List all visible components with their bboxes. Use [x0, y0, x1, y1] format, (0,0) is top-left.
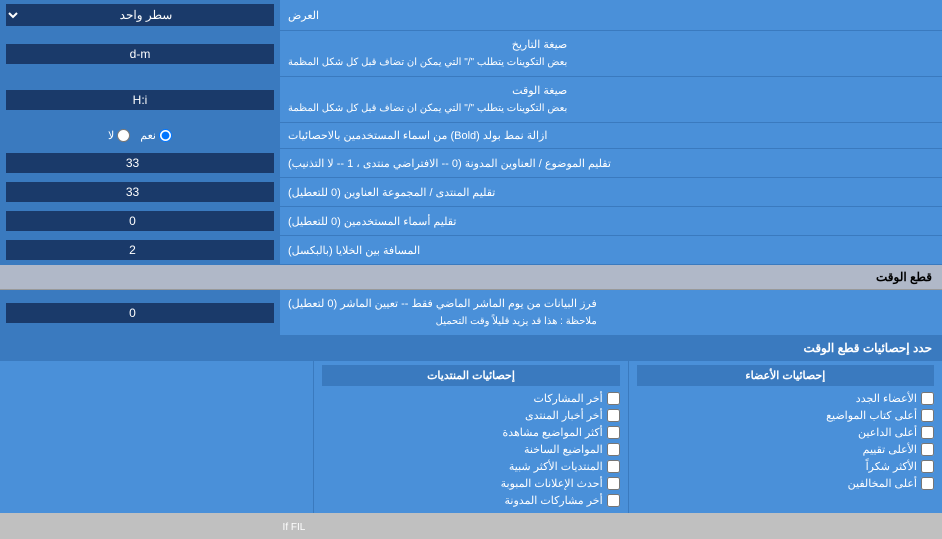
date-format-input[interactable] — [6, 44, 274, 64]
forum-trim-row: تقليم المنتدى / المجموعة العناوين (0 للت… — [0, 178, 942, 207]
checkbox-latest-posts: أخر المشاركات — [322, 390, 619, 407]
subject-trim-input-area — [0, 149, 280, 177]
username-trim-row: تقليم أسماء المستخدمين (0 للتعطيل) — [0, 207, 942, 236]
forum-trim-input[interactable] — [6, 182, 274, 202]
checkbox-latest-blog-posts: أخر مشاركات المدونة — [322, 492, 619, 509]
checkbox-most-thanked: الأكثر شكراً — [637, 458, 934, 475]
date-format-input-area — [0, 31, 280, 76]
checkbox-most-similar-forums-input[interactable] — [607, 460, 620, 473]
bold-remove-yes-label[interactable]: نعم — [140, 129, 172, 142]
checkbox-hot-topics-input[interactable] — [607, 443, 620, 456]
subject-trim-row: تقليم الموضوع / العناوين المدونة (0 -- ا… — [0, 149, 942, 178]
checkboxes-grid: إحصائيات الأعضاء الأعضاء الجدد أعلى كتاب… — [0, 361, 942, 513]
checkbox-most-thanked-input[interactable] — [921, 460, 934, 473]
bold-remove-radio-group: نعم لا — [102, 127, 178, 144]
fil-area: If FIL — [8, 389, 305, 533]
checkbox-top-violators-input[interactable] — [921, 477, 934, 490]
empty-stats-col: - If FIL — [0, 361, 313, 513]
forum-stats-header: إحصائيات المنتديات — [322, 365, 619, 386]
checkbox-top-recruiters-input[interactable] — [921, 426, 934, 439]
time-format-label: صيغة الوقت بعض التكوينات يتطلب "/" التي … — [280, 77, 942, 122]
checkbox-top-authors-input[interactable] — [921, 409, 934, 422]
bold-remove-label: ازالة نمط بولد (Bold) من اسماء المستخدمي… — [280, 123, 942, 148]
cutoff-section-header: قطع الوقت — [0, 265, 942, 290]
cell-spacing-input-area — [0, 236, 280, 264]
subject-trim-label: تقليم الموضوع / العناوين المدونة (0 -- ا… — [280, 149, 942, 177]
checkbox-new-members-input[interactable] — [921, 392, 934, 405]
checkbox-top-rated: الأعلى تقييم — [637, 441, 934, 458]
checkbox-top-recruiters: أعلى الداعين — [637, 424, 934, 441]
cell-spacing-row: المسافة بين الخلايا (بالبكسل) — [0, 236, 942, 265]
stats-section-title: حدد إحصائيات قطع الوقت — [10, 341, 932, 355]
username-trim-label: تقليم أسماء المستخدمين (0 للتعطيل) — [280, 207, 942, 235]
display-mode-select[interactable]: سطر واحد سطرين ثلاثة أسطر — [6, 4, 274, 26]
bold-remove-no-radio[interactable] — [117, 129, 130, 142]
checkbox-latest-news: أخر أخبار المنتدى — [322, 407, 619, 424]
bold-remove-row: ازالة نمط بولد (Bold) من اسماء المستخدمي… — [0, 123, 942, 149]
checkbox-latest-posts-input[interactable] — [607, 392, 620, 405]
checkbox-top-rated-input[interactable] — [921, 443, 934, 456]
username-trim-input-area — [0, 207, 280, 235]
stats-section-header-row: حدد إحصائيات قطع الوقت — [0, 336, 942, 361]
checkbox-most-viewed-input[interactable] — [607, 426, 620, 439]
cell-spacing-input[interactable] — [6, 240, 274, 260]
display-mode-row: العرض سطر واحد سطرين ثلاثة أسطر — [0, 0, 942, 31]
display-mode-input-area: سطر واحد سطرين ثلاثة أسطر — [0, 0, 280, 30]
fil-text: If FIL — [283, 522, 306, 533]
checkbox-most-similar-forums: المنتديات الأكثر شبية — [322, 458, 619, 475]
username-trim-input[interactable] — [6, 211, 274, 231]
checkbox-new-members: الأعضاء الجدد — [637, 390, 934, 407]
checkbox-latest-classifieds-input[interactable] — [607, 477, 620, 490]
forum-trim-label: تقليم المنتدى / المجموعة العناوين (0 للت… — [280, 178, 942, 206]
checkbox-top-violators: أعلى المخالفين — [637, 475, 934, 492]
checkbox-top-authors: أعلى كتاب المواضيع — [637, 407, 934, 424]
forum-stats-col: إحصائيات المنتديات أخر المشاركات أخر أخب… — [313, 361, 627, 513]
time-format-input[interactable] — [6, 90, 274, 110]
member-stats-col: إحصائيات الأعضاء الأعضاء الجدد أعلى كتاب… — [628, 361, 942, 513]
time-format-input-area — [0, 77, 280, 122]
bold-remove-yes-radio[interactable] — [159, 129, 172, 142]
main-container: العرض سطر واحد سطرين ثلاثة أسطر صيغة الت… — [0, 0, 942, 513]
date-format-row: صيغة التاريخ بعض التكوينات يتطلب "/" الت… — [0, 31, 942, 77]
cutoff-days-input[interactable] — [6, 303, 274, 323]
checkbox-hot-topics: المواضيع الساخنة — [322, 441, 619, 458]
forum-trim-input-area — [0, 178, 280, 206]
checkbox-latest-blog-posts-input[interactable] — [607, 494, 620, 507]
bold-remove-input-area: نعم لا — [0, 123, 280, 148]
checkbox-most-viewed: أكثر المواضيع مشاهدة — [322, 424, 619, 441]
checkbox-latest-classifieds: أحدث الإعلانات المبوبة — [322, 475, 619, 492]
cutoff-days-label: فرز البيانات من يوم الماشر الماضي فقط --… — [280, 290, 942, 335]
cutoff-days-row: فرز البيانات من يوم الماشر الماضي فقط --… — [0, 290, 942, 336]
member-stats-header: إحصائيات الأعضاء — [637, 365, 934, 386]
date-format-label: صيغة التاريخ بعض التكوينات يتطلب "/" الت… — [280, 31, 942, 76]
cutoff-days-input-area — [0, 290, 280, 335]
subject-trim-input[interactable] — [6, 153, 274, 173]
time-format-row: صيغة الوقت بعض التكوينات يتطلب "/" التي … — [0, 77, 942, 123]
cell-spacing-label: المسافة بين الخلايا (بالبكسل) — [280, 236, 942, 264]
display-mode-label: العرض — [280, 0, 942, 30]
bold-remove-no-label[interactable]: لا — [108, 129, 130, 142]
checkbox-latest-news-input[interactable] — [607, 409, 620, 422]
